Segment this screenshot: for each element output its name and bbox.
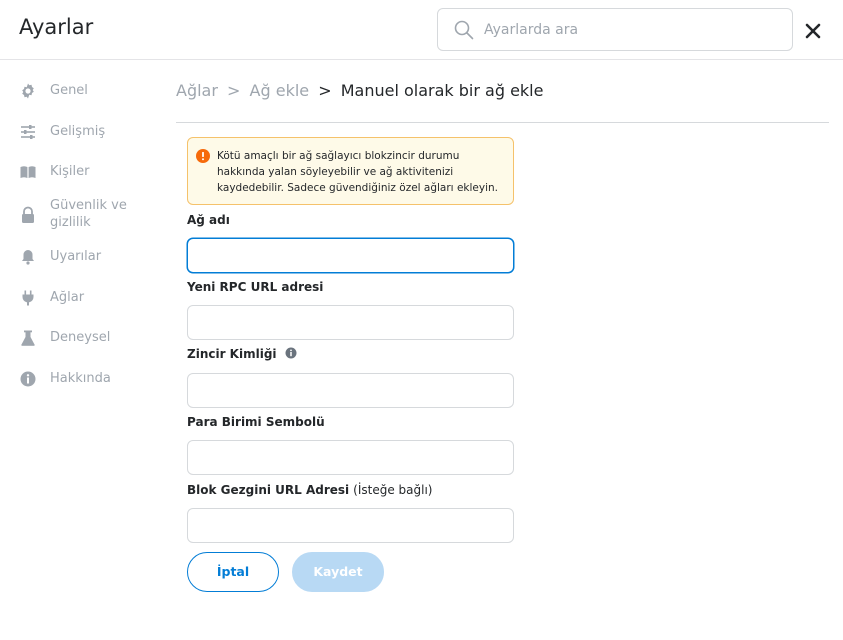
sidebar-item-label: Hakkında [50,371,111,386]
search-icon [454,20,474,40]
plug-icon [22,290,34,306]
close-icon[interactable] [802,20,824,42]
save-button[interactable]: Kaydet [292,552,384,592]
breadcrumb: Ağlar > Ağ ekle > Manuel olarak bir ağ e… [176,81,543,100]
search-input[interactable] [484,17,774,43]
book-icon [20,166,36,178]
breadcrumb-networks-link[interactable]: Ağlar [176,81,218,100]
network-name-input[interactable] [187,238,514,273]
sidebar-item-alerts[interactable]: Uyarılar [19,245,159,269]
breadcrumb-add-network-link[interactable]: Ağ ekle [250,81,310,100]
chain-id-input[interactable] [187,373,514,408]
sidebar-item-label: Gelişmiş [50,124,106,139]
sidebar-item-about[interactable]: Hakkında [19,367,159,391]
gear-icon [22,83,34,99]
breadcrumb-current: Manuel olarak bir ağ ekle [340,81,544,100]
breadcrumb-separator: > [227,81,241,100]
explorer-url-input[interactable] [187,508,514,543]
currency-symbol-input[interactable] [187,440,514,475]
sidebar-item-label: Deneysel [50,330,111,345]
currency-symbol-label: Para Birimi Sembolü [187,415,325,429]
sidebar-item-networks[interactable]: Ağlar [19,286,159,310]
sidebar-item-label: Güvenlik ve gizlilik [50,198,127,230]
sidebar-item-label: Ağlar [50,290,85,305]
optional-hint: (İsteğe bağlı) [353,483,433,497]
info-icon [20,371,36,387]
divider [176,122,829,123]
sidebar-item-contacts[interactable]: Kişiler [19,160,159,184]
breadcrumb-separator: > [318,81,332,100]
rpc-url-label: Yeni RPC URL adresi [187,280,324,294]
explorer-url-label: Blok Gezgini URL Adresi [187,483,350,497]
info-icon[interactable] [285,347,297,359]
sidebar-item-general[interactable]: Genel [19,79,159,103]
header: Ayarlar [0,0,843,60]
network-name-label: Ağ adı [187,213,230,227]
rpc-url-input[interactable] [187,305,514,340]
cancel-button[interactable]: İptal [187,552,279,592]
chain-id-label-row: Zincir Kimliği [187,347,297,361]
explorer-url-label-row: Blok Gezgini URL Adresi (İsteğe bağlı) [187,483,432,497]
chain-id-label: Zincir Kimliği [187,347,277,361]
sidebar-item-label: Genel [50,83,88,98]
sidebar-item-label: Kişiler [50,164,90,179]
sidebar-item-security[interactable]: Güvenlik ve gizlilik [19,197,159,233]
warning-text: Kötü amaçlı bir ağ sağlayıcı blokzincir … [217,150,498,194]
search-box[interactable] [437,8,793,51]
warning-icon [196,149,210,163]
lock-icon [22,206,34,223]
sidebar-item-advanced[interactable]: Gelişmiş [19,120,159,144]
flask-icon [21,330,35,346]
sidebar-item-experimental[interactable]: Deneysel [19,326,159,350]
sidebar-item-label: Uyarılar [50,249,102,264]
warning-banner: Kötü amaçlı bir ağ sağlayıcı blokzincir … [187,137,514,205]
bell-icon [22,250,34,265]
page-title: Ayarlar [19,15,94,39]
sliders-icon [21,125,35,139]
